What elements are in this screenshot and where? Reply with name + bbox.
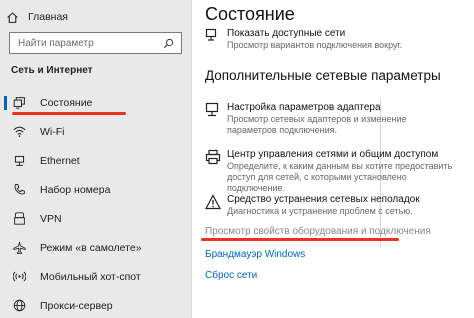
network-center-desc: Определите, к каким данным вы хотите пре… [227, 161, 453, 193]
view-hardware-link[interactable]: Просмотр свойств оборудования и подключе… [205, 226, 431, 237]
sidebar-item-dialup[interactable]: Набор номера [0, 175, 192, 204]
home-label: Главная [28, 11, 68, 23]
sidebar-item-label: Прокси-сервер [40, 299, 113, 312]
sidebar-item-label: Состояние [40, 96, 93, 109]
vpn-icon [12, 212, 26, 226]
sidebar-item-label: Wi-Fi [40, 125, 65, 138]
airplane-icon [12, 241, 26, 255]
globe-icon [12, 299, 26, 313]
troubleshoot-desc: Диагностика и устранение проблем с сетью… [227, 206, 413, 216]
sidebar-item-label: VPN [40, 212, 62, 225]
warning-icon [204, 194, 222, 210]
sidebar-item-ethernet[interactable]: Ethernet [0, 146, 192, 175]
sidebar-item-hotspot[interactable]: Мобильный хот-спот [0, 262, 192, 291]
show-networks-title: Показать доступные сети [227, 28, 346, 39]
phone-icon [12, 183, 26, 197]
adapter-title: Настройка параметров адаптера [227, 102, 381, 113]
status-monitor-icon [12, 96, 26, 110]
show-networks-item[interactable]: Показать доступные сети Просмотр вариант… [205, 28, 402, 51]
wifi-icon [12, 125, 26, 139]
troubleshoot-item[interactable]: Средство устранения сетевых неполадок Ди… [204, 194, 457, 217]
sidebar-item-label: Режим «в самолете» [40, 241, 142, 254]
sidebar-item-proxy[interactable]: Прокси-сервер [0, 291, 192, 318]
sidebar-item-label: Ethernet [40, 154, 80, 167]
main-content: Состояние Показать доступные сети Просмо… [193, 0, 474, 318]
highlight-underline-hardware [201, 238, 399, 241]
sidebar-item-label: Набор номера [40, 183, 111, 196]
sidebar-item-wifi[interactable]: Wi-Fi [0, 117, 192, 146]
printer-icon [205, 149, 221, 165]
adapter-settings-item[interactable]: Настройка параметров адаптера Просмотр с… [205, 102, 457, 136]
adapter-desc: Просмотр сетевых адаптеров и изменение п… [227, 114, 407, 135]
ethernet-icon [12, 154, 26, 168]
show-networks-desc: Просмотр вариантов подключения вокруг. [227, 40, 403, 50]
home-link[interactable]: Главная [6, 9, 68, 25]
search-placeholder: Найти параметр [18, 37, 94, 49]
hotspot-icon [12, 270, 26, 284]
network-center-title: Центр управления сетями и общим доступом [227, 149, 439, 160]
highlight-underline-status [12, 112, 126, 115]
sidebar-item-vpn[interactable]: VPN [0, 204, 192, 233]
search-input[interactable]: Найти параметр [9, 32, 182, 54]
sidebar: Главная Найти параметр Сеть и Интернет С… [0, 0, 192, 318]
firewall-link[interactable]: Брандмауэр Windows [205, 249, 305, 260]
adapter-icon [205, 102, 221, 118]
sidebar-nav: Состояние Wi-Fi Ethernet Набор номера VP… [0, 88, 192, 318]
troubleshoot-title: Средство устранения сетевых неполадок [227, 194, 420, 205]
network-reset-link[interactable]: Сброс сети [205, 270, 257, 281]
network-center-item[interactable]: Центр управления сетями и общим доступом… [205, 149, 457, 194]
home-icon [7, 11, 18, 23]
advanced-section-title: Дополнительные сетевые параметры [205, 68, 441, 83]
page-title: Состояние [205, 4, 295, 24]
section-title: Сеть и Интернет [11, 65, 93, 76]
active-indicator [4, 96, 7, 110]
search-icon[interactable] [163, 38, 174, 49]
sidebar-item-airplane[interactable]: Режим «в самолете» [0, 233, 192, 262]
sidebar-item-label: Мобильный хот-спот [40, 270, 141, 283]
network-list-icon [205, 28, 221, 44]
